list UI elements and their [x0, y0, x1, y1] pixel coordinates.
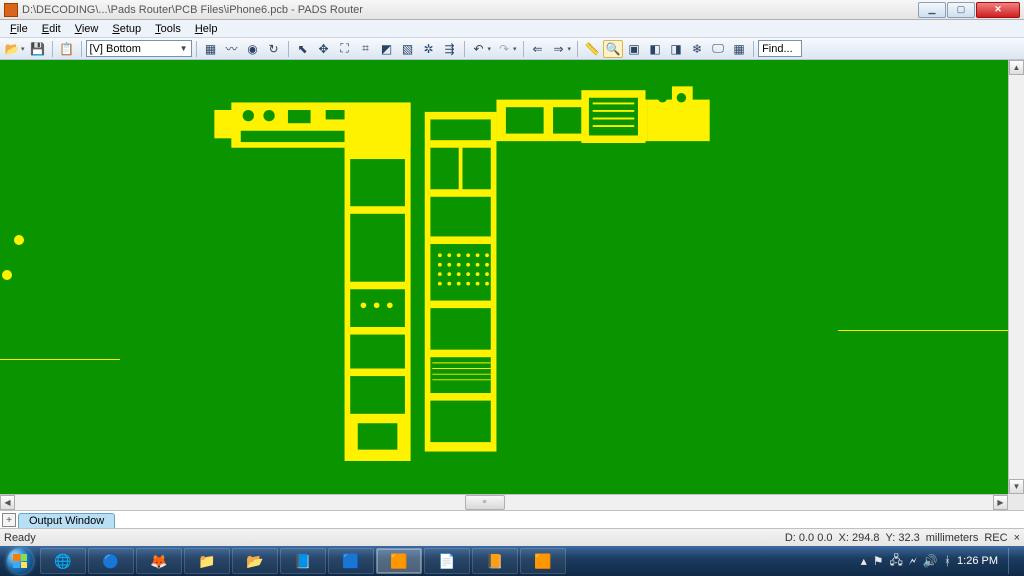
scroll-corner — [1008, 494, 1024, 510]
layer-select[interactable]: [V] Bottom ▼ — [86, 40, 192, 57]
tray-clock[interactable]: 1:26 PM — [957, 555, 998, 567]
task-app6[interactable]: 📘 — [280, 548, 326, 574]
board-button[interactable]: ▦ — [201, 40, 221, 58]
status-d: D: 0.0 0.0 — [785, 532, 833, 544]
move-button[interactable]: ✥ — [314, 40, 334, 58]
pcb-artwork — [0, 60, 1008, 494]
via-button[interactable]: ◉ — [243, 40, 263, 58]
window-titlebar: D:\DECODING\...\Pads Router\PCB Files\iP… — [0, 0, 1024, 20]
display-button[interactable]: 🖵 — [708, 40, 728, 58]
tray-bluetooth-icon[interactable]: ᚼ — [944, 554, 951, 568]
hscroll-thumb[interactable]: ≡ — [465, 495, 505, 510]
horizontal-scrollbar[interactable]: ◀ ≡ ▶ — [0, 494, 1008, 510]
output-window-tab-label: Output Window — [29, 515, 104, 527]
route-button[interactable]: 〰 — [222, 40, 242, 58]
measure-button[interactable]: 📏 — [582, 40, 602, 58]
scroll-up-button[interactable]: ▲ — [1009, 60, 1024, 75]
vertical-scrollbar[interactable]: ▲ ▼ — [1008, 60, 1024, 494]
task-chrome[interactable]: 🌐 — [40, 548, 86, 574]
task-explorer[interactable]: 📁 — [184, 548, 230, 574]
add-tab-button[interactable]: + — [2, 513, 16, 527]
route2-button[interactable]: ▧ — [398, 40, 418, 58]
windows-logo-icon — [13, 554, 27, 568]
system-tray: ▴ ⚑ 🖧 🗲 🔊 ᚼ 1:26 PM — [861, 548, 1022, 574]
view-extent-button[interactable]: ▣ — [624, 40, 644, 58]
scroll-left-button[interactable]: ◀ — [0, 495, 15, 510]
menu-file[interactable]: File — [4, 22, 34, 36]
maximize-button[interactable] — [947, 2, 975, 18]
tray-battery-icon[interactable]: 🗲 — [909, 554, 917, 569]
taskbar: 🌐 🔵 🦊 📁 📂 📘 🟦 🟧 📄 📙 🟧 ▴ ⚑ 🖧 🗲 🔊 ᚼ 1:26 P… — [0, 546, 1024, 576]
refresh-button[interactable]: ↻ — [264, 40, 284, 58]
task-skype[interactable]: 🔵 — [88, 548, 134, 574]
snapshot-button[interactable]: ❄ — [687, 40, 707, 58]
task-folder[interactable]: 📂 — [232, 548, 278, 574]
status-x: X: 294.8 — [839, 532, 880, 544]
undo-button[interactable]: ↶ — [469, 40, 489, 58]
close-button[interactable] — [976, 2, 1020, 18]
find-label: Find... — [762, 43, 793, 55]
window-title: D:\DECODING\...\Pads Router\PCB Files\iP… — [22, 4, 917, 16]
find-input[interactable]: Find... — [758, 40, 802, 57]
menu-edit[interactable]: Edit — [36, 22, 67, 36]
open-button[interactable]: 📂 — [2, 40, 22, 58]
autoroute-button[interactable]: ⇶ — [440, 40, 460, 58]
task-app9[interactable]: 📄 — [424, 548, 470, 574]
fanout-button[interactable]: ✲ — [419, 40, 439, 58]
menu-setup[interactable]: Setup — [106, 22, 147, 36]
minimize-button[interactable] — [918, 2, 946, 18]
tray-volume-icon[interactable]: 🔊 — [923, 554, 938, 568]
component-button[interactable]: ⛶ — [335, 40, 355, 58]
tray-shield-icon[interactable]: ⚑ — [873, 554, 884, 568]
pcb-canvas[interactable] — [0, 60, 1008, 494]
show-desktop-button[interactable] — [1008, 548, 1018, 574]
vscroll-track[interactable] — [1009, 75, 1024, 479]
task-app11[interactable]: 🟧 — [520, 548, 566, 574]
filter-button[interactable]: ▦ — [729, 40, 749, 58]
start-button[interactable] — [2, 546, 38, 576]
net-button[interactable]: ⌗ — [356, 40, 376, 58]
status-rec: REC — [984, 532, 1007, 544]
select-button[interactable]: ⬉ — [293, 40, 313, 58]
design-area: ▲ ▼ ◀ ≡ ▶ — [0, 60, 1024, 510]
status-units: millimeters — [926, 532, 979, 544]
placement-button[interactable]: ◩ — [377, 40, 397, 58]
layer-selected-label: [V] Bottom — [90, 43, 141, 55]
window-controls — [917, 2, 1020, 18]
scroll-down-button[interactable]: ▼ — [1009, 479, 1024, 494]
chevron-down-icon: ▼ — [180, 44, 188, 53]
menu-help[interactable]: Help — [189, 22, 224, 36]
toolbar: 📂▾ 💾 📋 [V] Bottom ▼ ▦ 〰 ◉ ↻ ⬉ ✥ ⛶ ⌗ ◩ ▧ … — [0, 38, 1024, 60]
save-button[interactable]: 💾 — [28, 40, 48, 58]
app-icon — [4, 3, 18, 17]
task-pads-router[interactable]: 🟧 — [376, 548, 422, 574]
task-app10[interactable]: 📙 — [472, 548, 518, 574]
status-ready: Ready — [4, 532, 785, 544]
hscroll-track[interactable]: ≡ — [15, 495, 993, 510]
scroll-right-button[interactable]: ▶ — [993, 495, 1008, 510]
menubar: File Edit View Setup Tools Help — [0, 20, 1024, 38]
menu-tools[interactable]: Tools — [149, 22, 187, 36]
menu-view[interactable]: View — [69, 22, 105, 36]
statusbar: Ready D: 0.0 0.0 X: 294.8 Y: 32.3 millim… — [0, 528, 1024, 546]
view-board-button[interactable]: ◧ — [645, 40, 665, 58]
task-app7[interactable]: 🟦 — [328, 548, 374, 574]
zoom-button[interactable]: 🔍 — [603, 40, 623, 58]
status-inc: × — [1014, 532, 1020, 544]
tray-up-icon[interactable]: ▴ — [861, 554, 867, 568]
prev-button[interactable]: ⇐ — [528, 40, 548, 58]
tray-network-icon[interactable]: 🖧 — [889, 551, 902, 572]
properties-button[interactable]: 📋 — [57, 40, 77, 58]
output-window-tab[interactable]: Output Window — [18, 513, 115, 528]
status-y: Y: 32.3 — [886, 532, 920, 544]
next-button[interactable]: ⇒ — [549, 40, 569, 58]
task-firefox[interactable]: 🦊 — [136, 548, 182, 574]
output-tab-row: + Output Window — [0, 510, 1024, 528]
redo-button[interactable]: ↷ — [494, 40, 514, 58]
view-selection-button[interactable]: ◨ — [666, 40, 686, 58]
